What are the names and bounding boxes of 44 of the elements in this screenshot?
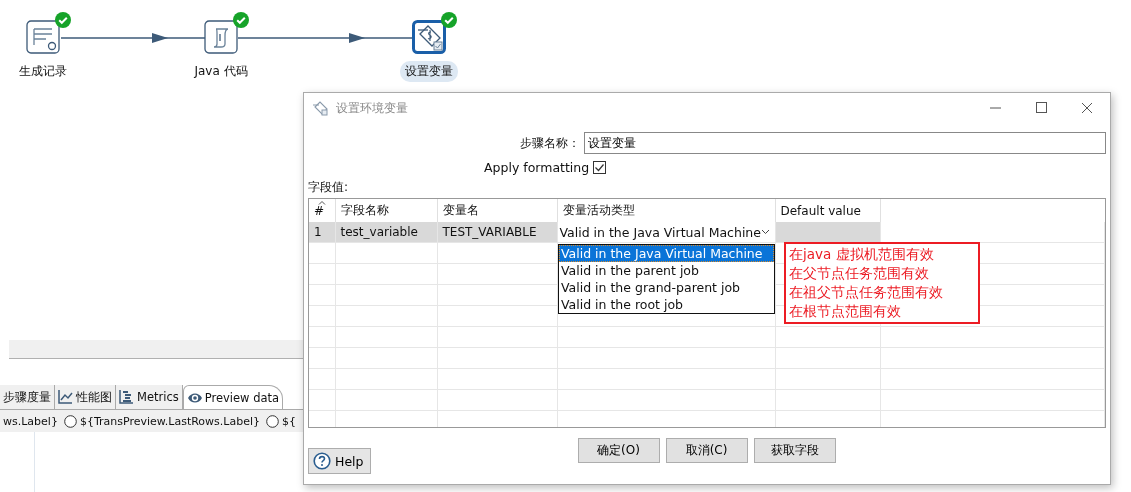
panel-tab[interactable]: 步骤度量 [0,385,55,409]
table-cell: 1 [309,222,335,243]
step-name-field[interactable]: 设置变量 [584,132,1106,154]
dropdown-option[interactable]: Valid in the root job [559,296,774,313]
panel-tab[interactable]: 性能图 [55,385,116,409]
annotation-text: 在java 虚拟机范围有效 [789,245,935,264]
help-button[interactable]: Help [308,448,371,474]
chart-icon [58,389,74,405]
table-cell: TEST_VARIABLE [437,222,557,243]
table-cell: test_variable [335,222,437,243]
radio-label: ${TransPreview.LastRows.Label} [79,414,260,428]
scope-dropdown[interactable]: Valid in the Java Virtual Machine [559,224,773,240]
node-label[interactable]: Java 代码 [189,61,253,82]
radio-label: ws.Label} [3,414,58,428]
dialog-button[interactable]: 获取字段 [753,438,836,463]
dialog-button[interactable]: 确定(O) [577,438,660,463]
annotation-text: 在根节点范围有效 [789,302,902,321]
checkbox[interactable] [593,161,607,174]
annotation-text: 在父节点任务范围有效 [789,264,930,283]
dropdown-option[interactable]: Valid in the Java Virtual Machine [559,245,774,262]
hierarchy-icon [119,389,135,405]
help-icon [313,452,331,470]
dropdown-option[interactable]: Valid in the parent job [559,262,774,279]
window-title: 设置环境变量 [336,99,409,117]
dropdown-option[interactable]: Valid in the grand-parent job [559,279,774,296]
panel-tab[interactable]: Preview data [182,385,284,409]
section-label: 字段值: [308,179,350,196]
checkbox-label: Apply formatting [484,160,590,175]
field-label: 步骤名称： [520,134,580,152]
scroll-icon [204,20,238,54]
node-label[interactable]: 设置变量 [400,61,458,82]
radio-label: ${ [281,414,296,428]
annotation-text: 在祖父节点任务范围有效 [789,283,944,302]
maximize-icon[interactable] [1034,102,1048,114]
generator-icon [26,20,60,54]
close-icon[interactable] [1080,102,1094,114]
dialog-button[interactable]: 取消(C) [665,438,748,463]
radio-button[interactable] [63,414,77,428]
radio-button[interactable] [265,414,279,428]
window-icon [312,100,328,116]
panel-tab[interactable]: Metrics [116,385,183,409]
node-label[interactable]: 生成记录 [14,61,72,82]
caret-icon [761,229,770,235]
sort-caret-icon [318,200,326,205]
